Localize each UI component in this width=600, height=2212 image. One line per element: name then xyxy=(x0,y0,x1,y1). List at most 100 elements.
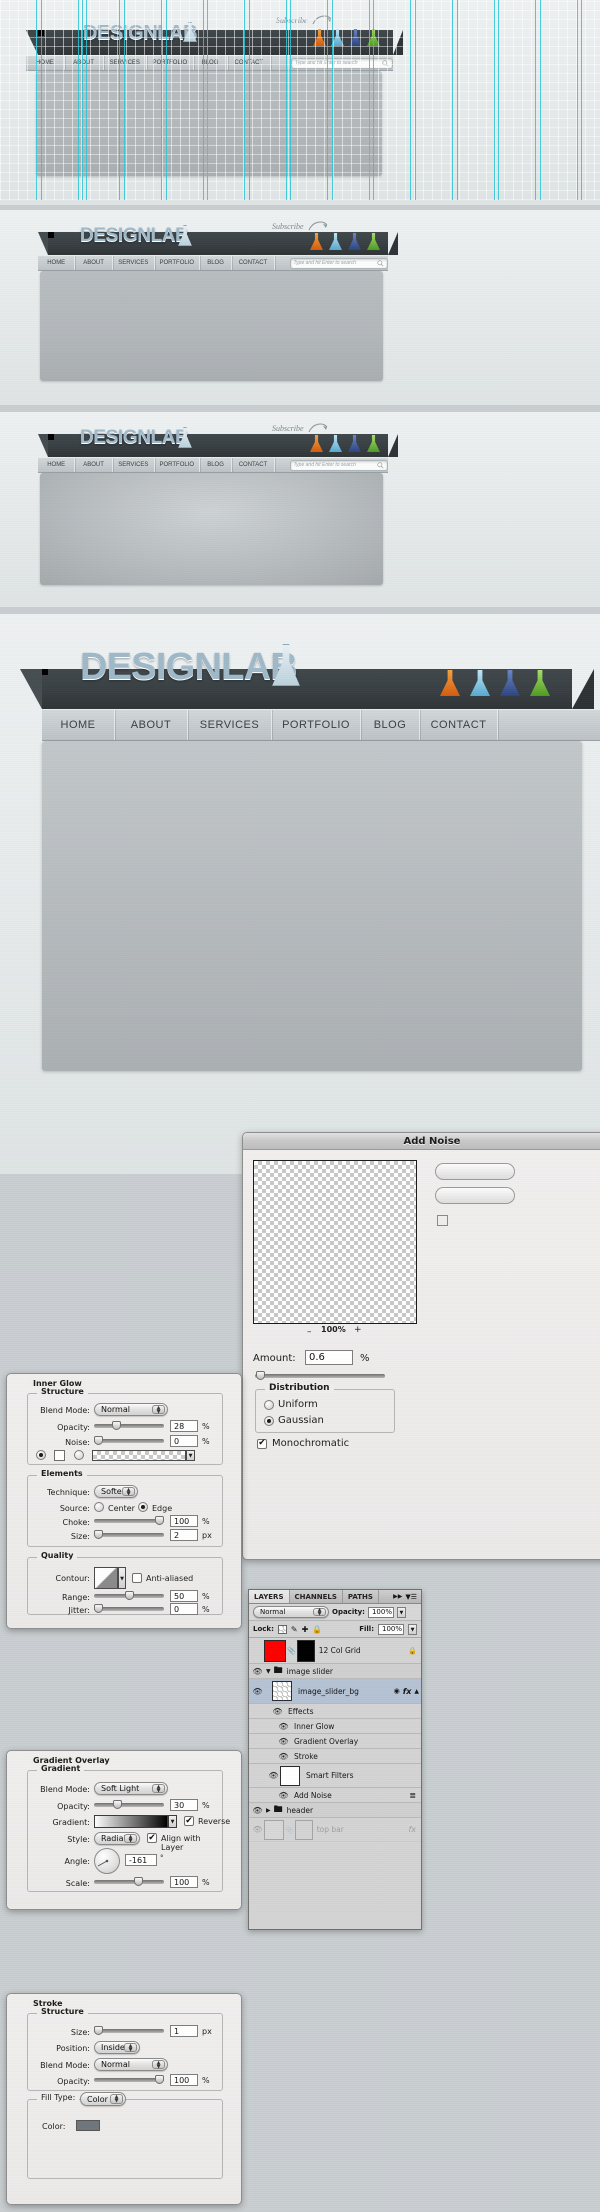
site-logo[interactable]: DESIGNLAB xyxy=(80,427,189,449)
angle-dial[interactable] xyxy=(94,1848,120,1874)
glow-gradient-dropdown-icon[interactable]: ▼ xyxy=(186,1450,195,1461)
fill-dropdown-icon[interactable]: ▼ xyxy=(408,1623,417,1635)
contour-preview[interactable] xyxy=(94,1567,118,1589)
facebook-flask-icon[interactable] xyxy=(349,29,362,46)
visibility-toggle[interactable]: 👁 xyxy=(277,1722,290,1731)
nav-item-blog[interactable]: BLOG xyxy=(200,256,233,270)
twitter-flask-icon[interactable] xyxy=(329,233,342,250)
smart-filter-mask-thumbnail[interactable] xyxy=(280,1765,300,1786)
glow-gradient-preview[interactable] xyxy=(92,1450,186,1461)
gradient-preview[interactable] xyxy=(94,1815,168,1828)
visibility-toggle[interactable]: 👁 xyxy=(277,1791,290,1800)
lock-all-icon[interactable]: 🔒 xyxy=(312,1625,322,1634)
layer-row-header-group[interactable]: 👁 ▶ 🖿 header xyxy=(249,1803,421,1818)
stepper-icon[interactable]: ▲ ▼ xyxy=(152,1784,165,1793)
social-flasks[interactable] xyxy=(310,435,380,452)
align-with-layer-checkbox[interactable]: ✔ xyxy=(147,1833,157,1843)
noise-preview[interactable] xyxy=(253,1160,417,1324)
nav-item-portfolio[interactable]: PORTFOLIO xyxy=(155,256,200,270)
email-flask-icon[interactable] xyxy=(530,670,550,696)
scale-field[interactable]: 100 xyxy=(170,1876,198,1888)
expand-triangle-icon[interactable]: ▶ xyxy=(266,1807,271,1814)
visibility-toggle[interactable]: 👁 xyxy=(271,1707,284,1716)
nav-item-services[interactable]: SERVICES xyxy=(188,710,272,740)
blend-mode-select[interactable]: Normal ▲ ▼ xyxy=(94,1403,168,1416)
social-flasks[interactable] xyxy=(310,233,380,250)
jitter-slider[interactable] xyxy=(94,1604,164,1613)
stepper-icon[interactable]: ▲ ▼ xyxy=(152,1405,165,1414)
size-field[interactable]: 1 xyxy=(170,2025,198,2037)
nav-item-blog[interactable]: BLOG xyxy=(361,710,420,740)
email-flask-icon[interactable] xyxy=(367,233,380,250)
opacity-slider[interactable] xyxy=(94,2075,164,2084)
add-noise-dialog[interactable]: Add Noise – 100% + Amount: 0.6 % Distrib… xyxy=(242,1132,600,1560)
visibility-toggle[interactable]: 👁 xyxy=(277,1752,290,1761)
layer-name[interactable]: header xyxy=(287,1806,313,1815)
link-icon[interactable]: 📎 xyxy=(285,1826,294,1834)
tab-layers[interactable]: LAYERS xyxy=(249,1590,290,1603)
cancel-button[interactable] xyxy=(435,1187,515,1204)
layers-panel-tabs[interactable]: LAYERS CHANNELS PATHS ▶▶ ▼☰ xyxy=(249,1590,421,1604)
scale-slider[interactable] xyxy=(94,1877,164,1886)
zoom-in-button[interactable]: + xyxy=(354,1325,362,1335)
layer-row-top-bar[interactable]: 👁 📎 top bar fx xyxy=(249,1818,421,1842)
source-edge-radio[interactable] xyxy=(138,1502,148,1512)
filter-options-icon[interactable]: ≣ xyxy=(409,1791,416,1800)
facebook-flask-icon[interactable] xyxy=(500,670,520,696)
uniform-radio[interactable] xyxy=(264,1399,274,1410)
social-flasks[interactable] xyxy=(440,670,550,696)
reverse-checkbox[interactable]: ✔ xyxy=(184,1816,194,1826)
anti-aliased-checkbox[interactable] xyxy=(132,1573,142,1583)
layer-name[interactable]: Inner Glow xyxy=(294,1722,334,1731)
angle-field[interactable]: -161 xyxy=(125,1854,157,1866)
preview-checkbox[interactable] xyxy=(437,1215,448,1226)
fx-icon[interactable]: fx xyxy=(408,1825,416,1834)
link-icon[interactable]: 📎 xyxy=(287,1647,296,1655)
layer-name[interactable]: top bar xyxy=(317,1825,344,1834)
collapse-icon[interactable]: ▶▶ xyxy=(393,1593,402,1600)
layer-name[interactable]: Effects xyxy=(288,1707,314,1716)
nav-item-contact[interactable]: CONTACT xyxy=(232,458,275,472)
nav-item-contact[interactable]: CONTACT xyxy=(228,56,272,70)
opacity-slider[interactable] xyxy=(94,1421,164,1430)
panel-menu-icon[interactable]: ▼☰ xyxy=(405,1593,417,1601)
site-logo[interactable]: DESIGNLAB xyxy=(83,22,198,45)
nav-item-contact[interactable]: CONTACT xyxy=(420,710,498,740)
nav-item-about[interactable]: ABOUT xyxy=(75,458,113,472)
layer-blend-mode-select[interactable]: Normal ▲ ▼ xyxy=(253,1606,329,1618)
layer-name[interactable]: image slider xyxy=(287,1667,333,1676)
size-field[interactable]: 2 xyxy=(170,1529,198,1541)
site-logo[interactable]: DESIGNLAB xyxy=(80,225,189,247)
opacity-field[interactable]: 30 xyxy=(170,1799,198,1811)
stepper-icon[interactable]: ▲ ▼ xyxy=(110,2094,123,2104)
tab-channels[interactable]: CHANNELS xyxy=(290,1590,343,1603)
visibility-toggle[interactable]: 👁 xyxy=(267,1771,280,1780)
opacity-field[interactable]: 100 xyxy=(170,2074,198,2086)
search-icon[interactable] xyxy=(377,461,384,469)
search-input[interactable]: Type and hit Enter to search xyxy=(291,57,393,69)
rss-flask-icon[interactable] xyxy=(310,233,323,250)
search-icon[interactable] xyxy=(382,59,389,67)
fx-icon[interactable]: fx xyxy=(403,1687,412,1696)
style-select[interactable]: Radial ▲ ▼ xyxy=(94,1832,140,1845)
layer-mask-thumbnail[interactable] xyxy=(296,1639,315,1662)
nav-item-blog[interactable]: BLOG xyxy=(200,458,233,472)
layer-name[interactable]: 12 Col Grid xyxy=(319,1646,361,1655)
stepper-icon[interactable]: ▲ ▼ xyxy=(122,1487,135,1496)
nav-item-blog[interactable]: BLOG xyxy=(194,56,228,70)
twitter-flask-icon[interactable] xyxy=(470,670,490,696)
nav-item-home[interactable]: HOME xyxy=(38,458,76,472)
facebook-flask-icon[interactable] xyxy=(348,233,361,250)
contour-dropdown-icon[interactable]: ▼ xyxy=(118,1567,126,1589)
layer-row-image-slider-bg[interactable]: 👁 image_slider_bg ◉ fx ▲ xyxy=(249,1679,421,1704)
nav-item-portfolio[interactable]: PORTFOLIO xyxy=(155,458,200,472)
fill-type-select[interactable]: Color ▲ ▼ xyxy=(80,2092,126,2106)
layer-opacity-field[interactable]: 100% xyxy=(367,1606,394,1618)
facebook-flask-icon[interactable] xyxy=(348,435,361,452)
jitter-field[interactable]: 0 xyxy=(170,1603,198,1615)
lock-paint-icon[interactable]: ✎ xyxy=(291,1625,298,1634)
blend-mode-select[interactable]: Soft Light ▲ ▼ xyxy=(94,1782,168,1795)
social-flasks[interactable] xyxy=(313,29,380,46)
zoom-out-button[interactable]: – xyxy=(307,1327,312,1337)
layer-row-image-slider-group[interactable]: 👁 ▼ 🖿 image slider xyxy=(249,1664,421,1679)
